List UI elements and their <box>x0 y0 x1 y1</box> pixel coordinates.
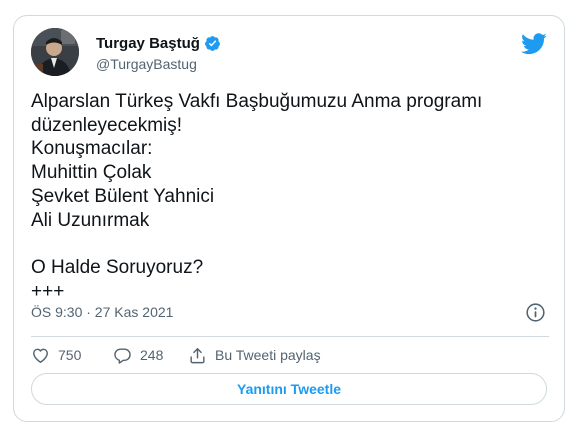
author-handle[interactable]: @TurgayBastug <box>96 56 197 72</box>
action-bar: 750 248 Bu Tweeti paylaş <box>31 344 321 366</box>
reply-button[interactable]: 248 <box>113 346 188 365</box>
tweet-text: Alparslan Türkeş Vakfı Başbuğumuzu Anma … <box>31 91 483 302</box>
author-name[interactable]: Turgay Baştuğ <box>96 35 221 52</box>
heart-icon <box>33 348 48 363</box>
like-count: 750 <box>58 347 82 363</box>
share-icon <box>190 347 205 363</box>
tweet-card: Turgay Baştuğ @TurgayBastug Alparslan Tü… <box>13 15 565 422</box>
share-button[interactable]: Bu Tweeti paylaş <box>188 346 321 365</box>
reply-tweet-button[interactable]: Yanıtını Tweetle <box>31 373 547 405</box>
reply-count: 248 <box>140 347 164 363</box>
divider <box>31 336 549 337</box>
info-icon[interactable] <box>525 302 546 323</box>
avatar[interactable] <box>31 28 79 76</box>
author-display-name[interactable]: Turgay Baştuğ <box>96 35 200 52</box>
tweet-timestamp[interactable]: ÖS 9:30 · 27 Kas 2021 <box>31 304 173 320</box>
reply-bubble-icon <box>114 347 131 364</box>
twitter-bird-icon[interactable] <box>521 33 547 55</box>
verified-badge-icon <box>204 36 220 51</box>
share-label: Bu Tweeti paylaş <box>215 347 321 363</box>
like-button[interactable]: 750 <box>31 346 113 365</box>
